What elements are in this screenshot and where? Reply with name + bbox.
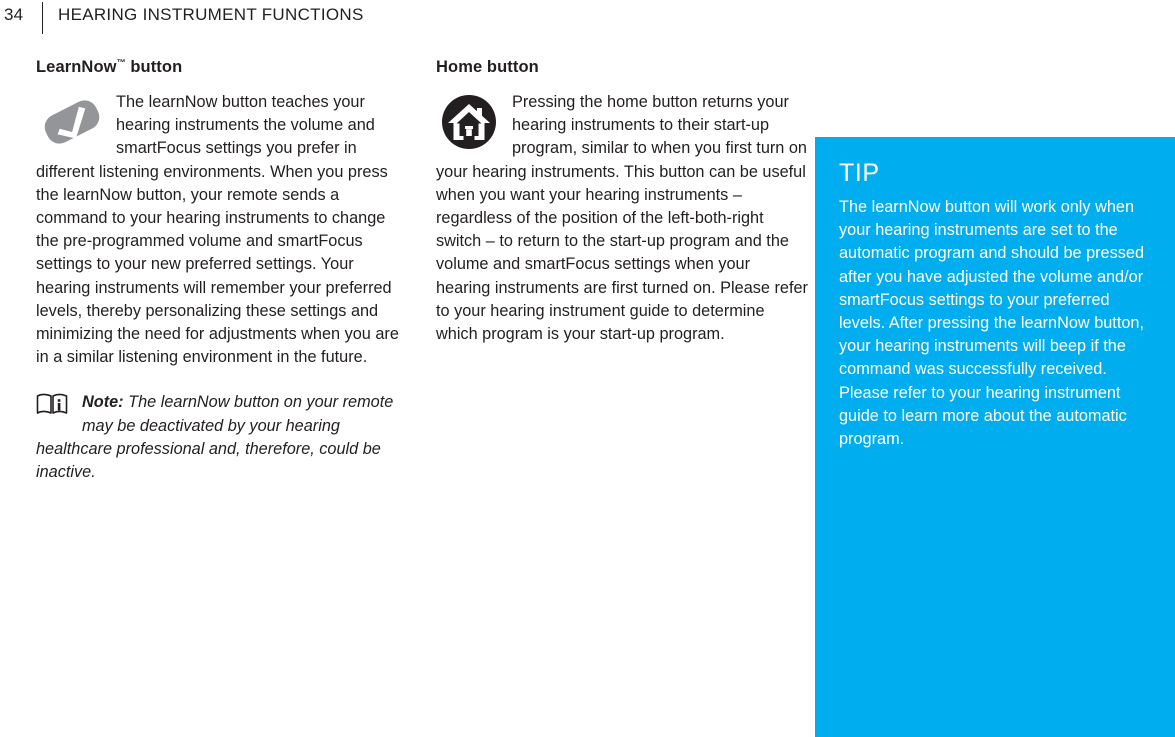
header-divider <box>42 2 43 34</box>
home-body-text: Pressing the home button returns your he… <box>436 91 808 346</box>
page-number: 34 <box>4 5 24 24</box>
note-block: Note: The learnNow button on your remote… <box>36 391 408 484</box>
page-header: 34 HEARING INSTRUMENT FUNCTIONS <box>0 0 1175 40</box>
learnnow-section-heading: LearnNow™ button <box>36 58 408 77</box>
instruction-manual-icon <box>36 394 68 415</box>
right-column: Home button Pressing the home button ret… <box>436 58 808 346</box>
learnnow-heading-suffix: button <box>125 58 183 76</box>
learnnow-heading-text: LearnNow <box>36 58 117 76</box>
learnnow-check-button-icon <box>44 100 100 144</box>
left-column: LearnNow™ button The learnNow button tea… <box>36 58 408 484</box>
tip-heading: TIP <box>839 159 880 187</box>
learnnow-body-text: The learnNow button teaches your hearing… <box>36 91 408 369</box>
note-label: Note: <box>82 393 124 412</box>
home-button-icon <box>442 95 496 149</box>
tip-panel: TIP The learnNow button will work only w… <box>815 137 1175 737</box>
trademark-symbol: ™ <box>116 57 126 68</box>
home-section-heading: Home button <box>436 58 539 76</box>
page-title: HEARING INSTRUMENT FUNCTIONS <box>58 5 364 24</box>
tip-body-text: The learnNow button will work only when … <box>839 198 1145 449</box>
